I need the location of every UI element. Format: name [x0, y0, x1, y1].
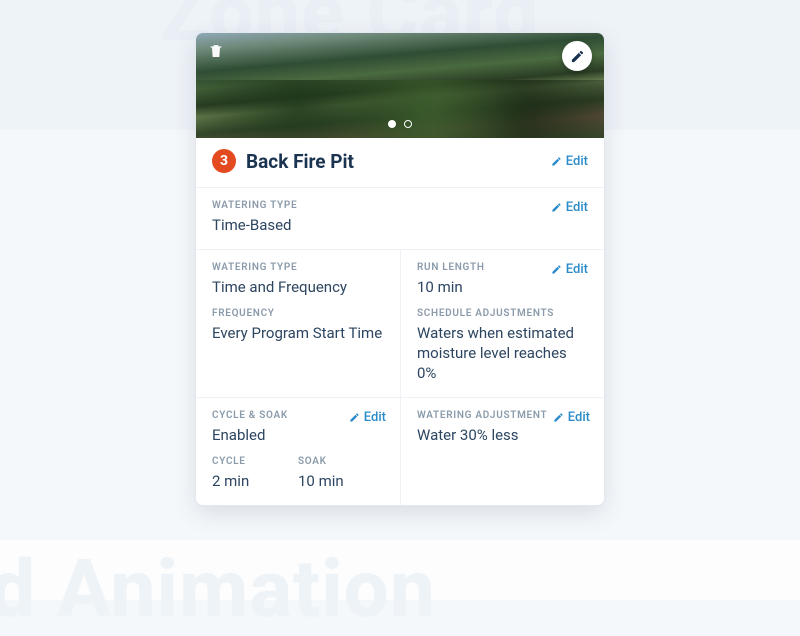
schedule-section: Edit WATERING TYPE Time and Frequency FR…	[196, 250, 604, 398]
sched-type-label: WATERING TYPE	[212, 262, 384, 273]
edit-watering-type-link[interactable]: Edit	[551, 200, 588, 215]
pager-dot-1[interactable]	[388, 120, 396, 128]
adjustment-value: Water 30% less	[417, 425, 588, 445]
cycle-soak-value: Enabled	[212, 425, 384, 445]
bottom-section: Edit CYCLE & SOAK Enabled CYCLE 2 min SO…	[196, 398, 604, 505]
delete-icon[interactable]	[208, 43, 224, 63]
frequency-value: Every Program Start Time	[212, 323, 384, 343]
pager-dot-2[interactable]	[404, 120, 412, 128]
zone-title-row: 3 Back Fire Pit Edit	[196, 138, 604, 188]
schedule-adj-label: SCHEDULE ADJUSTMENTS	[417, 308, 588, 319]
edit-label: Edit	[566, 154, 588, 169]
zone-number-badge: 3	[212, 149, 236, 173]
watering-type-value: Time-Based	[212, 215, 588, 235]
sched-type-value: Time and Frequency	[212, 277, 384, 297]
zone-title: Back Fire Pit	[246, 150, 354, 173]
watering-type-section: Edit WATERING TYPE Time-Based	[196, 188, 604, 250]
edit-schedule-link[interactable]: Edit	[551, 262, 588, 277]
zone-card: 3 Back Fire Pit Edit Edit WATERING TYPE …	[195, 32, 605, 506]
run-length-value: 10 min	[417, 277, 588, 297]
edit-cycle-soak-link[interactable]: Edit	[349, 410, 386, 425]
schedule-adj-value: Waters when estimated moisture level rea…	[417, 323, 588, 384]
cycle-soak-block: Edit CYCLE & SOAK Enabled CYCLE 2 min SO…	[196, 398, 400, 505]
watering-adjustment-block: Edit WATERING ADJUSTMENT Water 30% less	[400, 398, 604, 505]
hero-pager-dots[interactable]	[196, 120, 604, 128]
zone-hero-image	[196, 33, 604, 138]
cycle-label: CYCLE	[212, 456, 298, 467]
edit-title-link[interactable]: Edit	[551, 154, 588, 169]
watermark-bottom: rd Animation	[0, 542, 436, 636]
watering-type-label: WATERING TYPE	[212, 200, 588, 211]
frequency-label: FREQUENCY	[212, 308, 384, 319]
soak-label: SOAK	[298, 456, 384, 467]
edit-adjustment-link[interactable]: Edit	[553, 410, 590, 425]
soak-value: 10 min	[298, 471, 384, 491]
edit-hero-button[interactable]	[562, 41, 592, 71]
cycle-value: 2 min	[212, 471, 298, 491]
